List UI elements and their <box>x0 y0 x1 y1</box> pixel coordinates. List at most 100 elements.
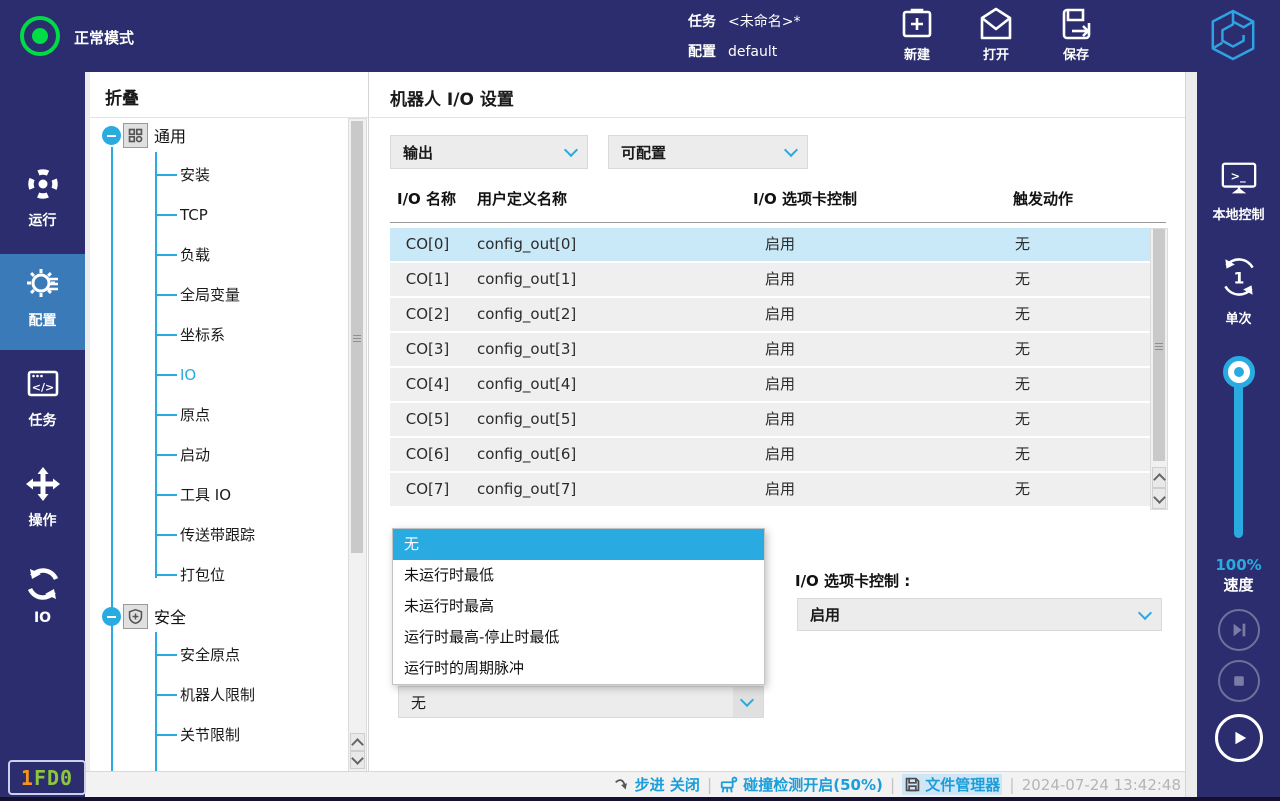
io-category-value: 可配置 <box>621 142 666 163</box>
cell-user-name: config_out[4] <box>477 368 576 401</box>
trigger-action-value: 无 <box>411 692 426 713</box>
local-control-label: 本地控制 <box>1197 204 1280 223</box>
robot-io-settings-panel: 机器人 I/O 设置 输出 可配置 I/O 名称 用户定义名称 I/O 选项卡控… <box>370 72 1185 771</box>
table-row[interactable]: CO[1]config_out[1]启用无 <box>390 263 1150 296</box>
tree-item-关节限制[interactable]: 关节限制 <box>180 723 240 747</box>
cell-tab-control: 启用 <box>765 403 795 436</box>
tree-item-IO[interactable]: IO <box>180 363 196 387</box>
hex-status-badge: 1FD0 <box>8 760 86 795</box>
grid-icon <box>123 123 148 148</box>
sidebar-item-配置[interactable]: 配置 <box>0 254 85 350</box>
sidebar-item-任务[interactable]: </>任务 <box>0 354 85 450</box>
cell-io-name: CO[2] <box>390 298 465 331</box>
speed-label: 速度 <box>1197 574 1280 595</box>
dropdown-option[interactable]: 运行时的周期脉冲 <box>393 653 764 684</box>
cell-user-name: config_out[0] <box>477 228 576 261</box>
cell-io-name: CO[5] <box>390 403 465 436</box>
table-row[interactable]: CO[3]config_out[3]启用无 <box>390 333 1150 366</box>
tree-item-负载[interactable]: 负载 <box>180 243 210 267</box>
col-header-user-name: 用户定义名称 <box>477 188 567 209</box>
config-tree-panel: 折叠 通用安装 TCP 负载全局变量坐标系 IO 原点启动工具 IO 传送带跟踪打包位安全… <box>90 72 369 771</box>
config-icon <box>25 266 61 302</box>
table-scroll-down-button[interactable] <box>1152 488 1166 509</box>
cell-user-name: config_out[1] <box>477 263 576 296</box>
io-category-select[interactable]: 可配置 <box>608 135 808 169</box>
tree-connector <box>155 494 177 496</box>
trigger-action-select[interactable]: 无 <box>398 686 764 718</box>
tree-group-label: 安全 <box>154 604 186 628</box>
table-scroll-up-button[interactable] <box>1152 467 1166 488</box>
sidebar-item-label: 操作 <box>0 510 85 530</box>
sidebar-item-运行[interactable]: 运行 <box>0 154 85 250</box>
single-cycle-icon: 1 <box>1216 254 1262 300</box>
topbar-action-保存[interactable]: 保存 <box>1044 6 1108 63</box>
table-row[interactable]: CO[7]config_out[7]启用无 <box>390 473 1150 506</box>
tree-scrollbar[interactable] <box>348 118 367 773</box>
col-header-io-name: I/O 名称 <box>397 188 456 209</box>
topbar-action-打开[interactable]: 打开 <box>964 6 1028 63</box>
sidebar-item-IO[interactable]: IO <box>0 554 85 650</box>
dropdown-option[interactable]: 未运行时最低 <box>393 560 764 591</box>
task-icon: </> <box>25 366 61 402</box>
step-mode-status[interactable]: 步进 关闭 <box>613 774 700 795</box>
tab-control-value: 启用 <box>810 604 840 625</box>
tree-scroll-up-button[interactable] <box>350 733 365 751</box>
local-control-button[interactable]: >_ 本地控制 <box>1197 160 1280 223</box>
table-row[interactable]: CO[0]config_out[0]启用无 <box>390 228 1150 261</box>
tree-item-坐标系[interactable]: 坐标系 <box>180 323 225 347</box>
dropdown-option[interactable]: 运行时最高-停止时最低 <box>393 622 764 653</box>
step-next-button[interactable] <box>1218 609 1260 651</box>
tree-item-安装[interactable]: 安装 <box>180 163 210 187</box>
cell-io-name: CO[7] <box>390 473 465 506</box>
dropdown-option[interactable]: 未运行时最高 <box>393 591 764 622</box>
tree-branch-line <box>155 632 157 771</box>
tree-item-传送带跟踪[interactable]: 传送带跟踪 <box>180 523 255 547</box>
tree-item-原点[interactable]: 原点 <box>180 403 210 427</box>
separator: | <box>707 775 712 794</box>
cell-io-name: CO[6] <box>390 438 465 471</box>
divider <box>370 117 1185 118</box>
task-config-block: 任务<未命名>* 配置default <box>688 11 800 71</box>
tree-scroll-down-button[interactable] <box>350 751 365 769</box>
tree-collapse-header[interactable]: 折叠 <box>105 84 139 109</box>
speed-slider-thumb[interactable] <box>1223 356 1255 388</box>
trigger-action-dropdown-list: 无未运行时最低未运行时最高运行时最高-停止时最低运行时的周期脉冲 <box>392 528 765 685</box>
play-button[interactable] <box>1215 714 1263 762</box>
single-cycle-button[interactable]: 1 单次 <box>1197 254 1280 327</box>
sidebar-item-操作[interactable]: 操作 <box>0 454 85 550</box>
tree-collapse-toggle[interactable] <box>102 607 121 626</box>
tree-collapse-toggle[interactable] <box>102 126 121 145</box>
tree-item-全局变量[interactable]: 全局变量 <box>180 283 240 307</box>
tree-item-打包位[interactable]: 打包位 <box>180 563 225 587</box>
stop-icon <box>1231 673 1247 689</box>
table-row[interactable]: CO[6]config_out[6]启用无 <box>390 438 1150 471</box>
shield-icon <box>123 604 148 629</box>
cell-trigger-action: 无 <box>1015 473 1030 506</box>
table-row[interactable]: CO[5]config_out[5]启用无 <box>390 403 1150 436</box>
table-scrollbar-thumb[interactable] <box>1153 229 1165 461</box>
topbar-action-新建[interactable]: 新建 <box>885 6 949 63</box>
tree-item-安全原点[interactable]: 安全原点 <box>180 643 240 667</box>
io-direction-select[interactable]: 输出 <box>390 135 588 169</box>
tab-control-select[interactable]: 启用 <box>797 598 1162 631</box>
cell-trigger-action: 无 <box>1015 333 1030 366</box>
tree-connector <box>155 214 177 216</box>
tree-item-工具 IO[interactable]: 工具 IO <box>180 483 231 507</box>
stop-button[interactable] <box>1218 660 1260 702</box>
table-row[interactable]: CO[2]config_out[2]启用无 <box>390 298 1150 331</box>
file-manager-button[interactable]: 文件管理器 <box>902 774 1002 795</box>
cell-tab-control: 启用 <box>765 333 795 366</box>
collision-detection-status[interactable]: 碰撞检测开启(50%) <box>719 774 883 795</box>
tree-scrollbar-thumb[interactable] <box>351 121 363 553</box>
dropdown-option[interactable]: 无 <box>393 529 764 560</box>
tree-group-通用[interactable]: 通用 <box>90 120 368 150</box>
tree-item-启动[interactable]: 启动 <box>180 443 210 467</box>
tree-group-安全[interactable]: 安全 <box>90 601 368 631</box>
cell-tab-control: 启用 <box>765 438 795 471</box>
tree-item-TCP[interactable]: TCP <box>180 203 208 227</box>
table-row[interactable]: CO[4]config_out[4]启用无 <box>390 368 1150 401</box>
table-scrollbar[interactable] <box>1150 228 1168 510</box>
tree-item-机器人限制[interactable]: 机器人限制 <box>180 683 255 707</box>
speed-slider-track[interactable] <box>1234 364 1243 538</box>
page-title: 机器人 I/O 设置 <box>390 85 514 110</box>
